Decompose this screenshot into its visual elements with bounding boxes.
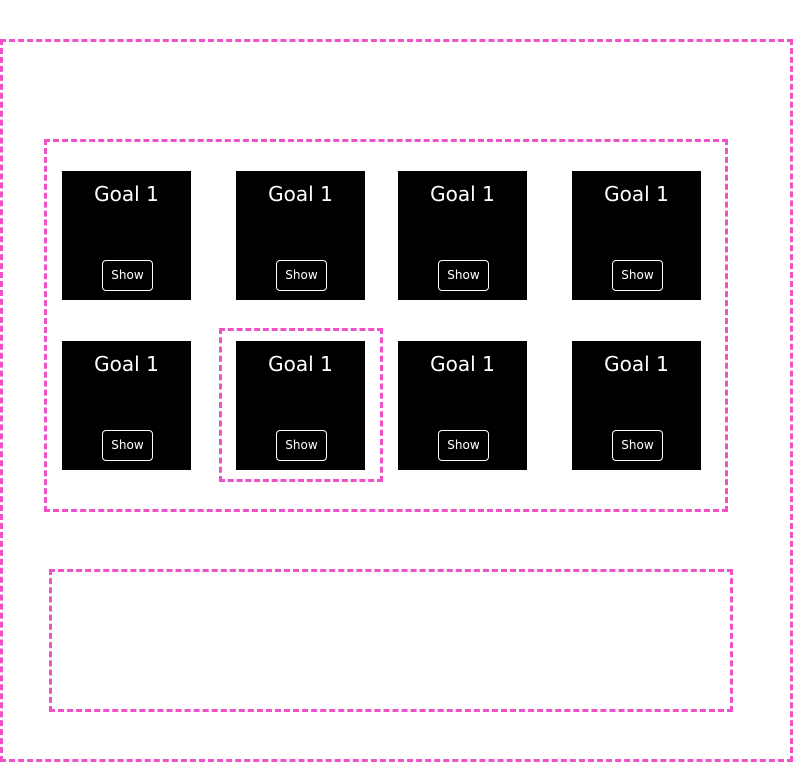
- goal-card-title: Goal 1: [430, 182, 495, 206]
- show-button[interactable]: Show: [102, 260, 153, 291]
- goal-card: Goal 1 Show: [572, 171, 701, 300]
- goal-card-title: Goal 1: [94, 182, 159, 206]
- goal-card: Goal 1 Show: [398, 341, 527, 470]
- page: Goal 1 Show Goal 1 Show Goal 1 Show Goal…: [0, 0, 793, 762]
- goal-card-title: Goal 1: [94, 352, 159, 376]
- show-button[interactable]: Show: [438, 430, 489, 461]
- show-button[interactable]: Show: [612, 260, 663, 291]
- show-button[interactable]: Show: [102, 430, 153, 461]
- show-button[interactable]: Show: [438, 260, 489, 291]
- goal-card-title: Goal 1: [268, 352, 333, 376]
- show-button[interactable]: Show: [612, 430, 663, 461]
- goal-card: Goal 1 Show: [62, 171, 191, 300]
- goal-card-title: Goal 1: [268, 182, 333, 206]
- goal-card: Goal 1 Show: [236, 171, 365, 300]
- goal-card: Goal 1 Show: [572, 341, 701, 470]
- show-button[interactable]: Show: [276, 260, 327, 291]
- empty-detail-panel: [49, 569, 733, 712]
- goal-card: Goal 1 Show: [236, 341, 365, 470]
- goal-card: Goal 1 Show: [398, 171, 527, 300]
- goal-card-title: Goal 1: [430, 352, 495, 376]
- goal-card-title: Goal 1: [604, 352, 669, 376]
- goal-card-title: Goal 1: [604, 182, 669, 206]
- show-button[interactable]: Show: [276, 430, 327, 461]
- goal-card: Goal 1 Show: [62, 341, 191, 470]
